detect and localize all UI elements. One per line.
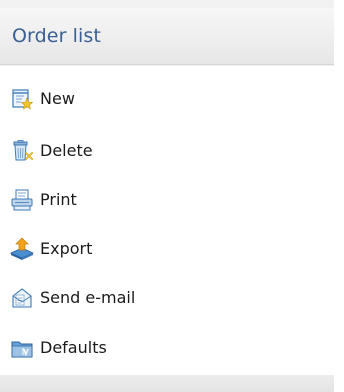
order-list-panel: Order list New Delete Print Export Send … [0, 0, 334, 392]
defaults-label: Defaults [40, 337, 107, 357]
delete-button[interactable]: Delete [10, 136, 310, 166]
new-order-button[interactable]: New [10, 84, 310, 114]
print-icon [10, 188, 34, 212]
defaults-button[interactable]: Defaults [10, 333, 310, 363]
panel-right-margin [334, 0, 344, 392]
new-order-icon [10, 87, 34, 111]
panel-footer [0, 375, 334, 392]
action-list: New Delete Print Export Send e-mail Defa… [0, 66, 334, 375]
send-email-button[interactable]: Send e-mail [10, 283, 310, 313]
export-button[interactable]: Export [10, 234, 310, 264]
send-email-icon [10, 286, 34, 310]
delete-icon [10, 139, 34, 163]
new-label: New [40, 88, 75, 108]
panel-title: Order list [12, 25, 101, 47]
send-email-label: Send e-mail [40, 287, 136, 307]
order-list-header: Order list [0, 8, 334, 65]
print-label: Print [40, 189, 77, 209]
export-icon [10, 237, 34, 261]
print-button[interactable]: Print [10, 185, 310, 215]
export-label: Export [40, 238, 93, 258]
delete-label: Delete [40, 140, 93, 160]
defaults-icon [10, 336, 34, 360]
